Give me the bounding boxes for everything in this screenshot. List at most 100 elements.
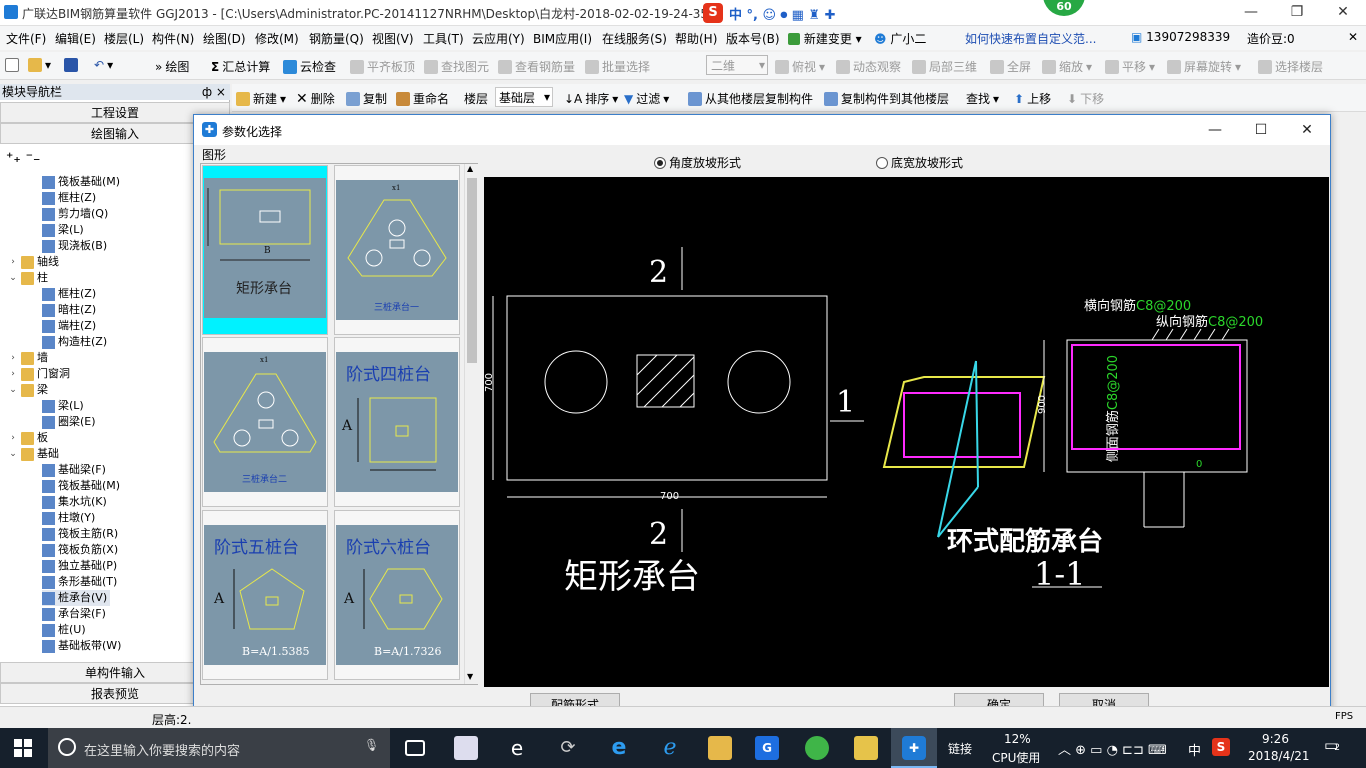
rename-button[interactable]: 重命名 (396, 90, 449, 107)
expand-collapse-icons[interactable]: ⁺₊ ⁻₋ (6, 150, 40, 166)
tree-item[interactable]: 剪力墙(Q) (42, 206, 108, 222)
pan-button[interactable]: 平移 ▾ (1105, 58, 1155, 75)
file-explorer-icon[interactable] (708, 736, 732, 760)
thumb-step-five-pile[interactable]: 阶式五桩台 A B=A/1.5385 (202, 510, 328, 680)
tree-item[interactable]: 梁(L) (42, 398, 84, 414)
gallery-scrollbar[interactable]: ▲ ▼ (464, 164, 478, 684)
tree-item[interactable]: 框柱(Z) (42, 286, 96, 302)
ie-browser-icon[interactable]: ℯ (658, 736, 682, 760)
tree-item[interactable]: 基础梁(F) (42, 462, 106, 478)
radio-bottom-dot[interactable] (876, 156, 888, 169)
tree-folder[interactable]: › 板 (8, 430, 48, 446)
tree-item[interactable]: 集水坑(K) (42, 494, 107, 510)
dynamic-view-button[interactable]: 动态观察 (836, 58, 901, 75)
tree-item[interactable]: 桩(U) (42, 622, 86, 638)
expander-icon[interactable]: › (8, 366, 18, 382)
menu-bim[interactable]: BIM应用(I) (533, 30, 592, 47)
save-button[interactable] (64, 58, 78, 72)
notification-icon[interactable]: ▭2 (1324, 736, 1340, 754)
menu-component[interactable]: 构件(N) (152, 30, 194, 47)
tree-folder[interactable]: ⌄ 梁 (8, 382, 48, 398)
expander-icon[interactable]: › (8, 430, 18, 446)
flat-top-button[interactable]: 平齐板顶 (350, 58, 415, 75)
glodon-app-icon[interactable]: G (755, 736, 779, 760)
close-button[interactable]: ✕ (1320, 0, 1366, 24)
dialog-close-button[interactable]: ✕ (1284, 118, 1330, 142)
expander-icon[interactable]: ⌄ (8, 270, 18, 286)
tray-time[interactable]: 9:26 (1262, 732, 1289, 746)
sum-button[interactable]: Σ 汇总计算 (211, 58, 270, 75)
menu-edit[interactable]: 编辑(E) (55, 30, 96, 47)
copy-to-floor-button[interactable]: 复制构件到其他楼层 (824, 90, 949, 107)
rotate-screen-button[interactable]: 屏幕旋转 ▾ (1167, 58, 1241, 75)
new-file-button[interactable] (5, 58, 19, 72)
menu-help[interactable]: 帮助(H) (675, 30, 717, 47)
zoom-button[interactable]: 缩放 ▾ (1042, 58, 1092, 75)
sogou-icon[interactable]: S (703, 3, 723, 23)
new-component-button[interactable]: 新建 ▾ (236, 90, 286, 107)
local-3d-button[interactable]: 局部三维 (912, 58, 977, 75)
restore-button[interactable]: ❐ (1274, 0, 1320, 24)
tree-item[interactable]: 条形基础(T) (42, 574, 117, 590)
menu-tools[interactable]: 工具(T) (423, 30, 464, 47)
thumb-step-four-pile[interactable]: 阶式四桩台 A (334, 337, 460, 507)
tree-item[interactable]: 筏板主筋(R) (42, 526, 118, 542)
minimize-button[interactable]: — (1228, 0, 1274, 24)
start-button[interactable] (14, 739, 32, 757)
sort-button[interactable]: ↓A 排序 ▾ (564, 90, 618, 107)
tree-item[interactable]: 筏板负筋(X) (42, 542, 118, 558)
menu-new-change[interactable]: 新建变更 ▾ (788, 30, 862, 47)
tree-folder[interactable]: ⌄ 基础 (8, 446, 59, 462)
radio-angle-dot[interactable] (654, 156, 666, 169)
radio-bottom-slope[interactable]: 底宽放坡形式 (876, 154, 963, 171)
help-link[interactable]: 如何快速布置自定义范... (965, 30, 1096, 47)
notes-app-icon[interactable] (854, 736, 878, 760)
microphone-icon[interactable]: 🎙︎ (364, 738, 379, 752)
ime-mode-icon[interactable]: 中 °, ☺ ⏺ ▦ ♜ ✚ (729, 4, 835, 23)
tree-item[interactable]: 承台梁(F) (42, 606, 106, 622)
pin-close-icons[interactable]: ф × (202, 84, 226, 100)
menu-version[interactable]: 版本号(B) (726, 30, 780, 47)
tree-item[interactable]: 框柱(Z) (42, 190, 96, 206)
gallery-scroll-thumb[interactable] (467, 178, 477, 363)
select-floor-button[interactable]: 选择楼层 (1258, 58, 1323, 75)
dialog-maximize-button[interactable]: ☐ (1238, 118, 1284, 142)
tray-icons[interactable]: ︿ ⊕ ▭ ◔ ⊏⊐ ⌨ (1058, 739, 1167, 758)
tree-item[interactable]: 梁(L) (42, 222, 84, 238)
expander-icon[interactable]: ⌄ (8, 382, 18, 398)
menu-close-icon[interactable]: ✕ (1348, 30, 1358, 44)
app-spiral-icon[interactable]: ⟳ (556, 736, 580, 760)
tree-item[interactable]: 筏板基础(M) (42, 478, 120, 494)
thumb-rect-cap[interactable]: B 矩形承台 (202, 165, 328, 335)
scroll-up-icon[interactable]: ▲ (467, 164, 473, 173)
dialog-minimize-button[interactable]: — (1192, 118, 1238, 142)
ime-toolbar[interactable]: S 中 °, ☺ ⏺ ▦ ♜ ✚ (703, 2, 909, 24)
tree-item[interactable]: 圈梁(E) (42, 414, 96, 430)
filter-button[interactable]: ▼ 过滤 ▾ (624, 90, 669, 107)
radio-angle-slope[interactable]: 角度放坡形式 (654, 154, 741, 171)
view-rebar-button[interactable]: 查看钢筋量 (498, 58, 575, 75)
menu-file[interactable]: 文件(F) (6, 30, 46, 47)
copy-button[interactable]: 复制 (346, 90, 387, 107)
view-mode-select[interactable]: 二维 ▾ (706, 55, 768, 75)
tree-folder[interactable]: › 墙 (8, 350, 48, 366)
draw-button[interactable]: » 绘图 (155, 58, 189, 75)
menu-draw[interactable]: 绘图(D) (203, 30, 246, 47)
floor-select[interactable]: 基础层 ▾ (495, 87, 553, 107)
tree-item[interactable]: 端柱(Z) (42, 318, 96, 334)
tree-item[interactable]: 筏板基础(M) (42, 174, 120, 190)
tray-sogou-icon[interactable]: S (1212, 738, 1230, 756)
menu-online[interactable]: 在线服务(S) (602, 30, 667, 47)
tray-ime[interactable]: 中 (1188, 740, 1201, 759)
expander-icon[interactable]: › (8, 350, 18, 366)
menu-guang-xiao-er[interactable]: ☻ 广小二 (874, 30, 926, 47)
batch-select-button[interactable]: 批量选择 (585, 58, 650, 75)
scroll-down-icon[interactable]: ▼ (467, 672, 473, 681)
expander-icon[interactable]: › (8, 254, 18, 270)
tree-item[interactable]: 现浇板(B) (42, 238, 107, 254)
tree-item[interactable]: 柱墩(Y) (42, 510, 95, 526)
delete-button[interactable]: ✕ 删除 (296, 90, 335, 107)
menu-view[interactable]: 视图(V) (372, 30, 414, 47)
find-element-button[interactable]: 查找图元 (424, 58, 489, 75)
tree-folder[interactable]: › 门窗洞 (8, 366, 70, 382)
